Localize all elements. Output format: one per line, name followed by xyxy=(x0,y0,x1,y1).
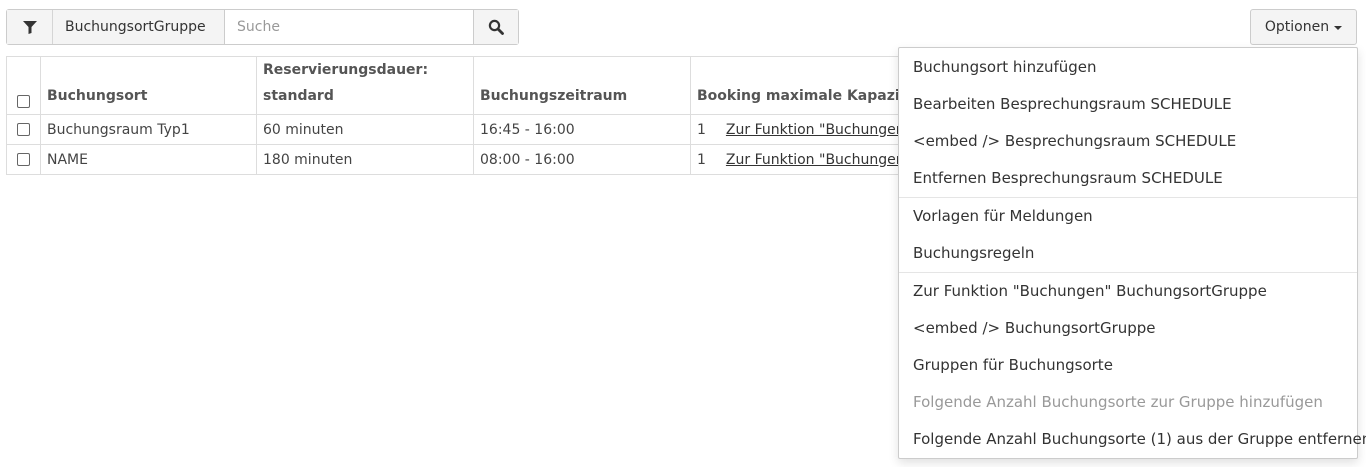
column-header-buchungszeitraum[interactable]: Buchungszeitraum xyxy=(473,56,691,115)
menu-item-location-groups[interactable]: Gruppen für Buchungsorte xyxy=(899,347,1357,384)
column-header-buchungsort[interactable]: Buchungsort xyxy=(40,56,257,115)
row-checkbox-cell xyxy=(6,114,41,145)
menu-item-remove-room[interactable]: Entfernen Besprechungsraum SCHEDULE xyxy=(899,160,1357,197)
options-dropdown-menu: Buchungsort hinzufügen Bearbeiten Bespre… xyxy=(898,47,1366,459)
search-input[interactable] xyxy=(225,10,473,44)
row-checkbox-cell xyxy=(6,144,41,175)
cell-name: NAME xyxy=(40,144,257,175)
menu-item-embed-group[interactable]: <embed /> BuchungsortGruppe xyxy=(899,310,1357,347)
capacity-value: 1 xyxy=(697,121,706,138)
cell-name: Buchungsraum Typ1 xyxy=(40,114,257,145)
filter-icon xyxy=(22,20,37,34)
options-button[interactable]: Optionen xyxy=(1250,9,1357,45)
search-icon xyxy=(488,19,504,35)
row-checkbox[interactable] xyxy=(17,153,30,166)
column-header-reservierungsdauer[interactable]: Reservierungsdauer: standard xyxy=(256,56,474,115)
cell-period: 16:45 - 16:00 xyxy=(473,114,691,145)
select-all-checkbox[interactable] xyxy=(17,94,30,108)
capacity-value: 1 xyxy=(697,151,706,168)
search-button[interactable] xyxy=(473,10,518,44)
menu-item-message-templates[interactable]: Vorlagen für Meldungen xyxy=(899,198,1357,235)
cell-duration: 180 minuten xyxy=(256,144,474,175)
bookings-link[interactable]: Zur Funktion "Buchungen" xyxy=(726,122,911,138)
menu-item-booking-rules[interactable]: Buchungsregeln xyxy=(899,235,1357,272)
menu-item-edit-room[interactable]: Bearbeiten Besprechungsraum SCHEDULE xyxy=(899,86,1357,123)
cell-period: 08:00 - 16:00 xyxy=(473,144,691,175)
menu-item-add-location[interactable]: Buchungsort hinzufügen xyxy=(899,49,1357,86)
cell-duration: 60 minuten xyxy=(256,114,474,145)
filter-button[interactable] xyxy=(7,10,53,44)
bookings-link[interactable]: Zur Funktion "Buchungen" xyxy=(726,152,911,168)
options-label: Optionen xyxy=(1264,19,1330,35)
select-all-cell xyxy=(6,56,41,115)
menu-item-add-to-group: Folgende Anzahl Buchungsorte zur Gruppe … xyxy=(913,393,1323,411)
group-label: BuchungsortGruppe xyxy=(65,19,206,35)
toolbar: BuchungsortGruppe xyxy=(6,9,519,45)
group-selector[interactable]: BuchungsortGruppe xyxy=(53,10,225,44)
row-checkbox[interactable] xyxy=(17,123,30,136)
caret-down-icon xyxy=(1334,26,1343,30)
menu-item-go-to-bookings[interactable]: Zur Funktion "Buchungen" BuchungsortGrup… xyxy=(899,273,1357,310)
menu-item-embed-room[interactable]: <embed /> Besprechungsraum SCHEDULE xyxy=(899,123,1357,160)
menu-item-remove-from-group[interactable]: Folgende Anzahl Buchungsorte (1) aus der… xyxy=(899,421,1366,458)
